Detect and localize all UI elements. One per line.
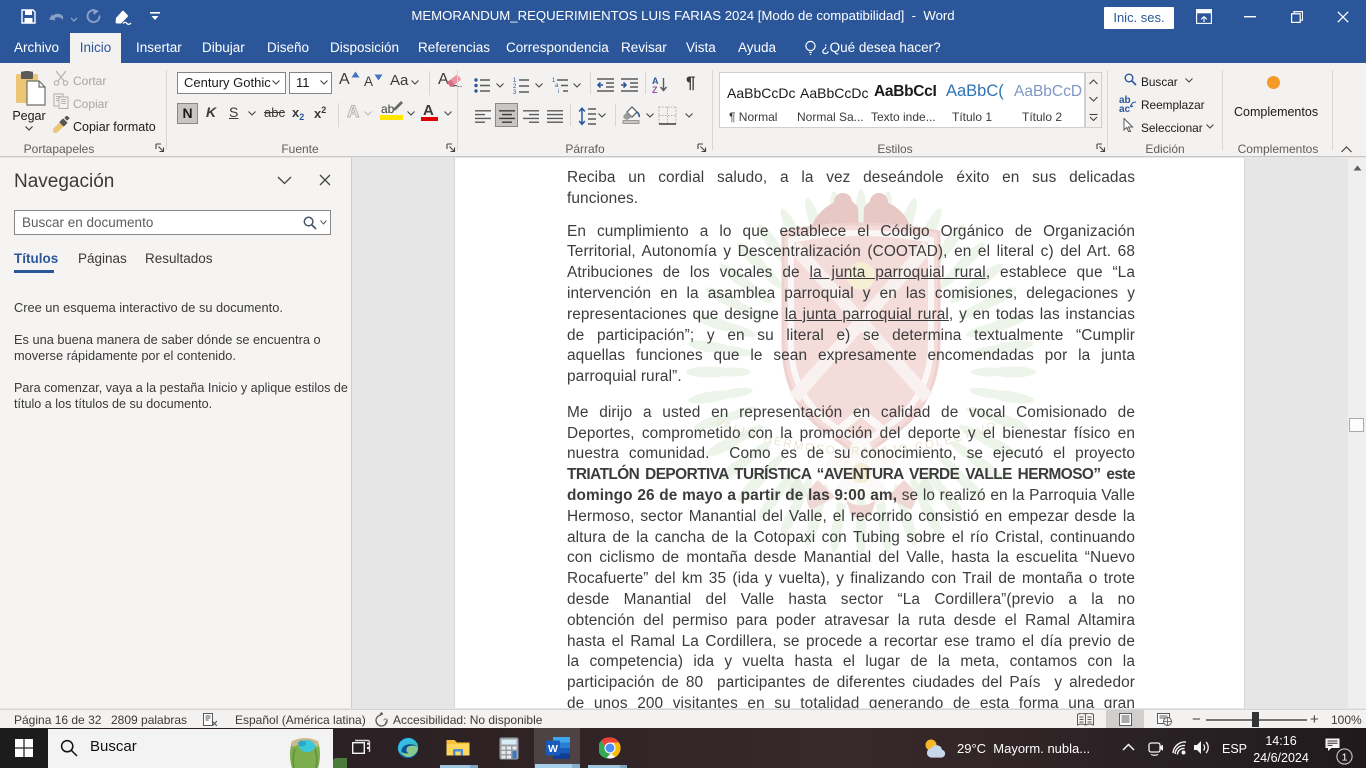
svg-text:3: 3 [513,90,517,94]
svg-text:W: W [548,743,558,755]
svg-text:i: i [558,89,559,94]
svg-text:Z: Z [652,85,658,94]
svg-text:?: ? [383,717,388,727]
svg-text:1: 1 [1342,752,1348,764]
